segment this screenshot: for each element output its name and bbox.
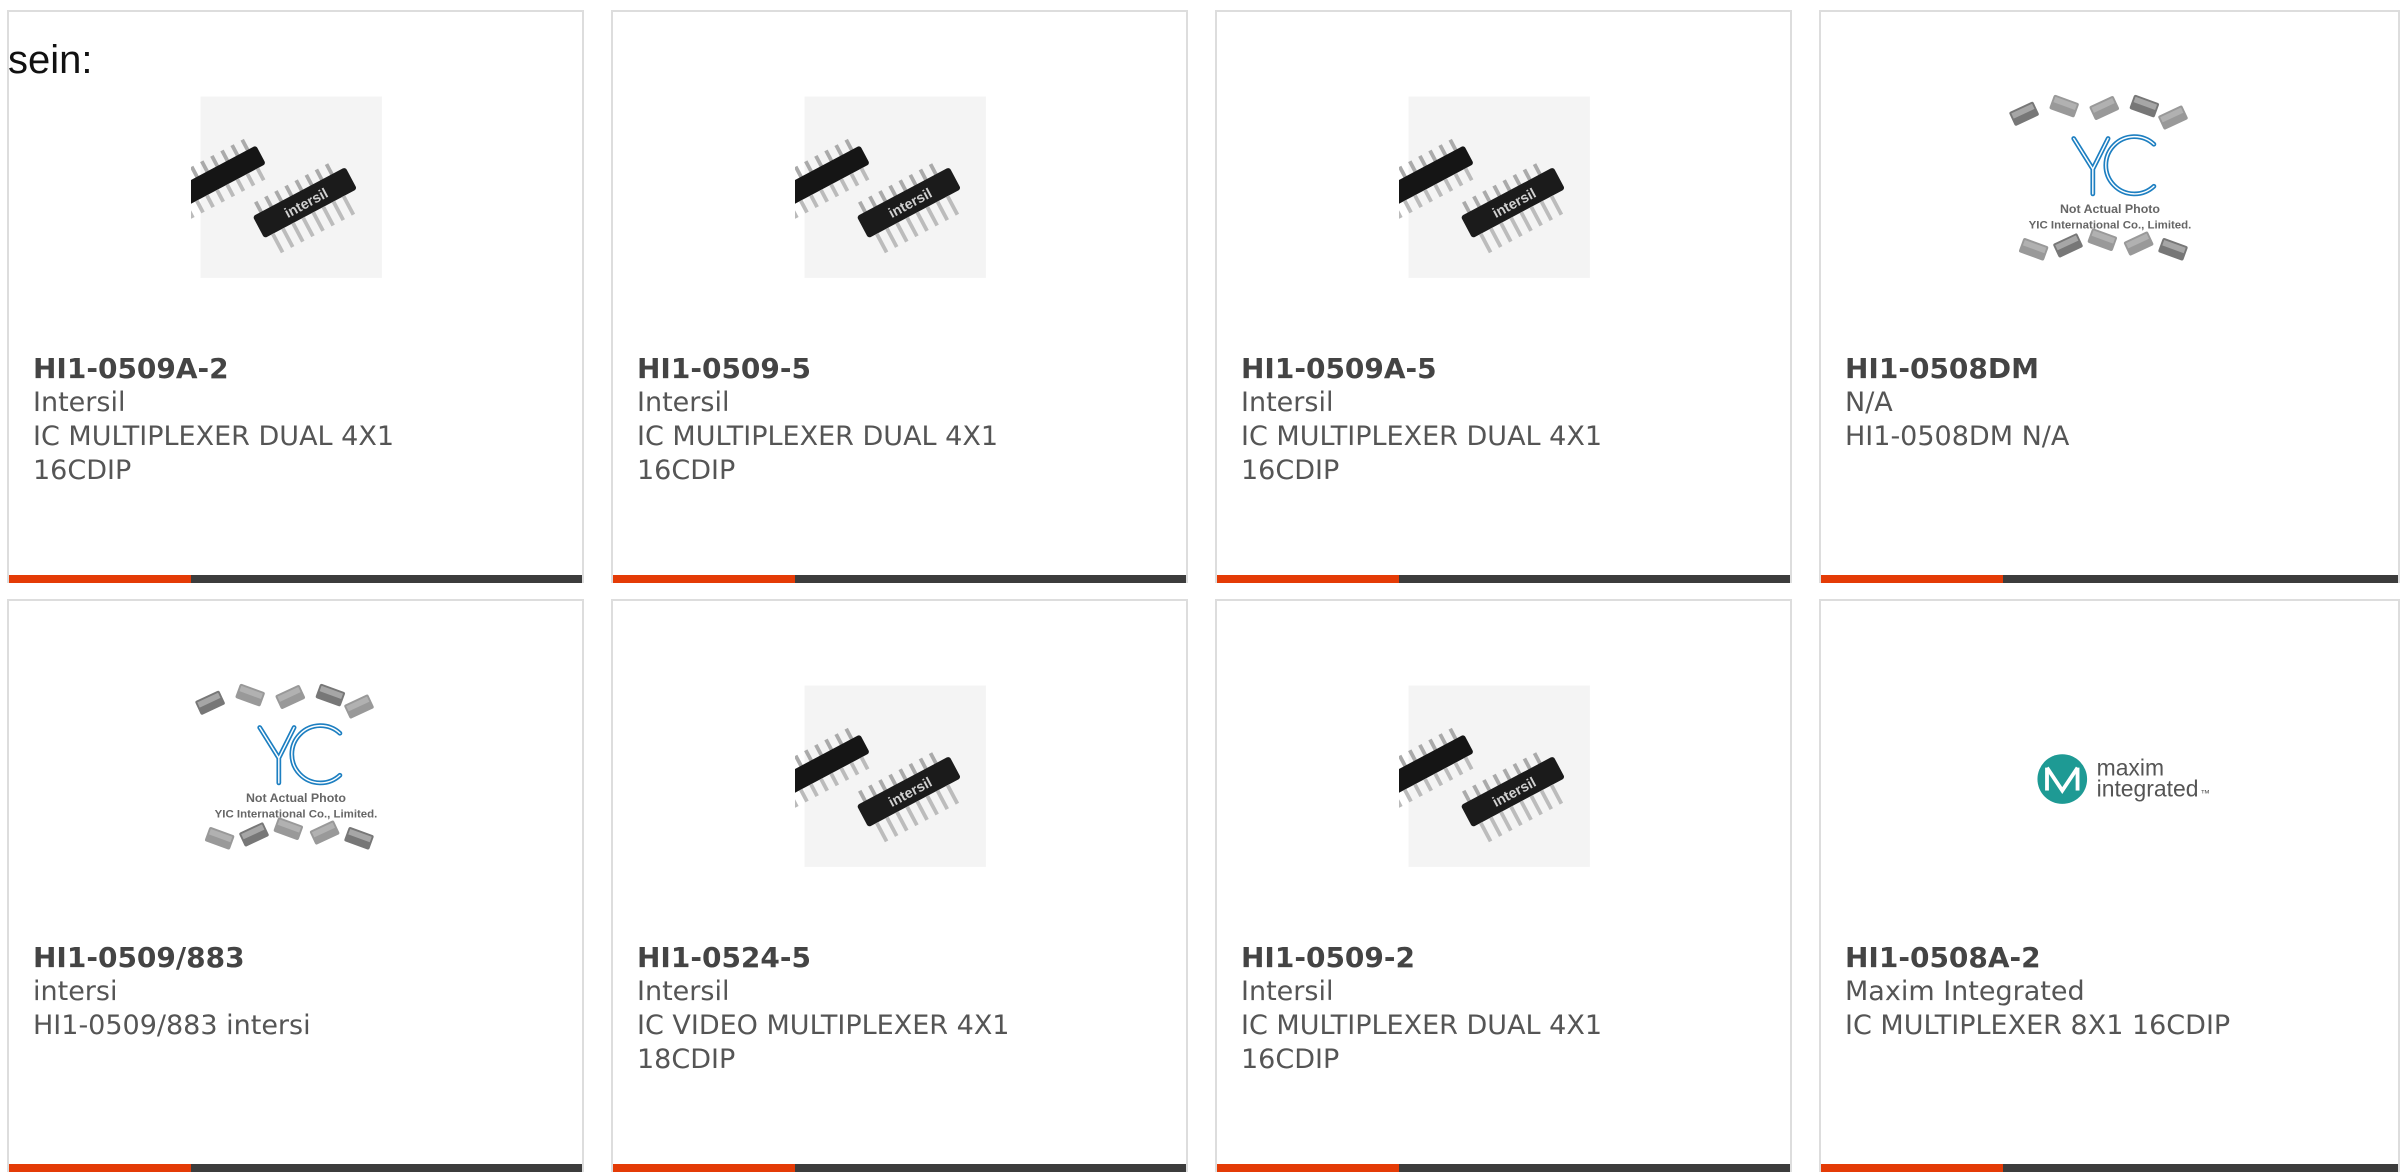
part-number[interactable]: HI1-0508DM	[1845, 352, 2378, 386]
part-number[interactable]: HI1-0509/883	[33, 941, 562, 975]
product-image[interactable]: intersil	[794, 87, 1005, 297]
card-bar	[9, 575, 582, 583]
maxim-logo-image[interactable]: maxim integrated ™	[2005, 676, 2215, 886]
product-card[interactable]: intersil HI1-0509-5 Intersil IC MULTIPLE…	[611, 10, 1188, 583]
product-card[interactable]: intersil HI1-0509-2 Intersil IC MULTIPLE…	[1215, 599, 1792, 1172]
product-info: HI1-0509A-5 Intersil IC MULTIPLEXER DUAL…	[1241, 352, 1770, 488]
product-card[interactable]: Not Actual Photo YIC International Co., …	[1819, 10, 2400, 583]
product-card[interactable]: maxim integrated ™ HI1-0508A-2 Maxim Inte…	[1819, 599, 2400, 1172]
description: IC MULTIPLEXER DUAL 4X1 16CDIP	[1241, 421, 1603, 486]
card-bar-accent	[9, 1164, 191, 1172]
card-bar	[613, 575, 1186, 583]
manufacturer: Intersil	[1241, 387, 1334, 418]
card-bar-accent	[9, 575, 191, 583]
product-card[interactable]: Not Actual Photo YIC International Co., …	[7, 599, 584, 1172]
product-card[interactable]: intersil HI1-0509A-5 Intersil IC MULTIPL…	[1215, 10, 1792, 583]
svg-text:YIC International Co., Limited: YIC International Co., Limited.	[214, 808, 377, 820]
product-info: HI1-0508DM N/A HI1-0508DM N/A	[1845, 352, 2378, 454]
product-image[interactable]: intersil	[1398, 87, 1609, 297]
manufacturer: Intersil	[33, 387, 126, 418]
svg-text:YIC International Co., Limited: YIC International Co., Limited.	[2028, 219, 2191, 231]
description: HI1-0509/883 intersi	[33, 1010, 311, 1041]
product-info: HI1-0509-5 Intersil IC MULTIPLEXER DUAL …	[637, 352, 1166, 488]
card-bar-accent	[1217, 1164, 1399, 1172]
description: IC MULTIPLEXER DUAL 4X1 16CDIP	[1241, 1010, 1603, 1075]
description: HI1-0508DM N/A	[1845, 421, 2070, 452]
card-bar-accent	[613, 575, 795, 583]
card-bar	[1821, 1164, 2398, 1172]
part-number[interactable]: HI1-0509-2	[1241, 941, 1770, 975]
product-image[interactable]: intersil	[794, 676, 1005, 886]
yic-placeholder-image[interactable]: Not Actual Photo YIC International Co., …	[2005, 87, 2215, 297]
product-info: HI1-0508A-2 Maxim Integrated IC MULTIPLE…	[1845, 941, 2378, 1043]
yic-placeholder-image[interactable]: Not Actual Photo YIC International Co., …	[191, 676, 401, 886]
manufacturer: intersi	[33, 976, 118, 1007]
svg-text:Not Actual Photo: Not Actual Photo	[2059, 202, 2159, 216]
page-label: sein:	[8, 38, 93, 82]
card-bar-accent	[613, 1164, 795, 1172]
svg-text:Not Actual Photo: Not Actual Photo	[245, 791, 345, 805]
manufacturer: Intersil	[1241, 976, 1334, 1007]
card-bar-accent	[1821, 1164, 2003, 1172]
product-info: HI1-0509-2 Intersil IC MULTIPLEXER DUAL …	[1241, 941, 1770, 1077]
card-bar	[9, 1164, 582, 1172]
product-info: HI1-0509/883 intersi HI1-0509/883 inters…	[33, 941, 562, 1043]
manufacturer: Intersil	[637, 387, 730, 418]
svg-text:integrated™: integrated ™	[2096, 775, 2209, 801]
part-number[interactable]: HI1-0509A-2	[33, 352, 562, 386]
part-number[interactable]: HI1-0509A-5	[1241, 352, 1770, 386]
card-bar	[1821, 575, 2398, 583]
product-image[interactable]: intersil	[1398, 676, 1609, 886]
description: IC VIDEO MULTIPLEXER 4X1 18CDIP	[637, 1010, 1010, 1075]
part-number[interactable]: HI1-0509-5	[637, 352, 1166, 386]
description: IC MULTIPLEXER 8X1 16CDIP	[1845, 1010, 2231, 1041]
part-number[interactable]: HI1-0508A-2	[1845, 941, 2378, 975]
card-bar	[1217, 1164, 1790, 1172]
manufacturer: N/A	[1845, 387, 1893, 418]
card-bar-accent	[1821, 575, 2003, 583]
product-card[interactable]: intersil HI1-0509A-2 Intersil IC MULTIPL…	[7, 10, 584, 583]
card-bar	[613, 1164, 1186, 1172]
product-image[interactable]: intersil	[190, 87, 401, 297]
card-bar-accent	[1217, 575, 1399, 583]
description: IC MULTIPLEXER DUAL 4X1 16CDIP	[637, 421, 999, 486]
part-number[interactable]: HI1-0524-5	[637, 941, 1166, 975]
description: IC MULTIPLEXER DUAL 4X1 16CDIP	[33, 421, 395, 486]
card-bar	[1217, 575, 1790, 583]
manufacturer: Intersil	[637, 976, 730, 1007]
product-info: HI1-0524-5 Intersil IC VIDEO MULTIPLEXER…	[637, 941, 1166, 1077]
manufacturer: Maxim Integrated	[1845, 976, 2085, 1007]
product-card[interactable]: intersil HI1-0524-5 Intersil IC VIDEO MU…	[611, 599, 1188, 1172]
product-info: HI1-0509A-2 Intersil IC MULTIPLEXER DUAL…	[33, 352, 562, 488]
